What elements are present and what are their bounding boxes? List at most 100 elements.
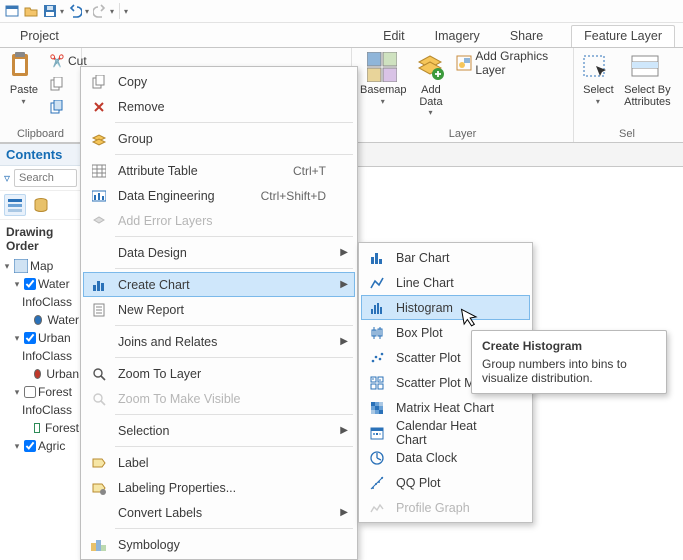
map-node[interactable]: ▾ Map bbox=[2, 257, 79, 275]
layer-visibility-checkbox[interactable] bbox=[24, 386, 36, 398]
submenu-calendar-heat[interactable]: Calendar Heat Chart bbox=[361, 420, 530, 445]
basemap-label: Basemap bbox=[360, 85, 406, 97]
collapse-icon[interactable]: ▾ bbox=[12, 279, 22, 290]
collapse-icon[interactable]: ▾ bbox=[12, 333, 22, 344]
data-source-view-icon[interactable] bbox=[30, 194, 52, 216]
undo-dropdown-icon[interactable]: ▾ bbox=[85, 7, 89, 16]
add-graphics-layer-button[interactable]: Add Graphics Layer bbox=[453, 52, 567, 74]
menu-new-report[interactable]: New Report bbox=[83, 297, 355, 322]
collapse-icon[interactable]: ▾ bbox=[12, 441, 22, 452]
paste-label: Paste bbox=[10, 85, 38, 97]
layer-visibility-checkbox[interactable] bbox=[24, 440, 36, 452]
menu-copy[interactable]: Copy bbox=[83, 69, 355, 94]
calendar-heat-icon bbox=[368, 424, 386, 442]
paste-button[interactable]: Paste ▾ bbox=[6, 50, 42, 106]
add-data-label: Add Data bbox=[414, 85, 447, 108]
menu-data-design[interactable]: Data Design ▶ bbox=[83, 240, 355, 265]
zoom-icon bbox=[90, 365, 108, 383]
customize-qat-icon[interactable]: ▾ bbox=[124, 7, 128, 16]
submenu-arrow-icon: ▶ bbox=[340, 425, 348, 436]
basemap-icon bbox=[367, 52, 399, 84]
collapse-icon[interactable]: ▾ bbox=[12, 387, 22, 398]
contents-title: Contents bbox=[6, 147, 62, 162]
layer-urban[interactable]: ▾ Urban bbox=[2, 329, 79, 347]
group-layer-title: Layer bbox=[358, 127, 567, 142]
submenu-matrix-heat[interactable]: Matrix Heat Chart bbox=[361, 395, 530, 420]
redo-dropdown-icon[interactable]: ▾ bbox=[110, 7, 114, 16]
chart-icon bbox=[90, 276, 108, 294]
menu-separator bbox=[115, 357, 353, 358]
menu-convert-labels[interactable]: Convert Labels ▶ bbox=[83, 500, 355, 525]
layer-water[interactable]: ▾ Water bbox=[2, 275, 79, 293]
collapse-icon[interactable]: ▾ bbox=[2, 261, 12, 272]
tab-project[interactable]: Project bbox=[8, 26, 71, 47]
submenu-arrow-icon: ▶ bbox=[340, 279, 348, 290]
undo-icon[interactable] bbox=[67, 3, 83, 19]
submenu-profile-graph: Profile Graph bbox=[361, 495, 530, 520]
drawing-order-view-icon[interactable] bbox=[4, 194, 26, 216]
menu-data-engineering[interactable]: Data Engineering Ctrl+Shift+D bbox=[83, 183, 355, 208]
report-icon bbox=[90, 301, 108, 319]
submenu-histogram[interactable]: Histogram bbox=[361, 295, 530, 320]
menu-label[interactable]: Label bbox=[83, 450, 355, 475]
menu-labeling-properties[interactable]: Labeling Properties... bbox=[83, 475, 355, 500]
menu-symbology[interactable]: Symbology bbox=[83, 532, 355, 557]
select-by-attributes-button[interactable]: Select By Attributes bbox=[621, 50, 674, 108]
contents-view-toolbar bbox=[0, 191, 81, 220]
label-icon bbox=[90, 454, 108, 472]
select-by-attributes-icon bbox=[631, 52, 663, 84]
submenu-arrow-icon: ▶ bbox=[340, 507, 348, 518]
bar-chart-icon bbox=[368, 249, 386, 267]
symbol-water: Water bbox=[2, 311, 79, 329]
box-plot-icon bbox=[368, 324, 386, 342]
qq-plot-icon bbox=[368, 474, 386, 492]
menu-remove[interactable]: Remove bbox=[83, 94, 355, 119]
redo-icon[interactable] bbox=[92, 3, 108, 19]
select-label: Select bbox=[583, 85, 614, 97]
submenu-data-clock[interactable]: Data Clock bbox=[361, 445, 530, 470]
menu-attribute-table[interactable]: Attribute Table Ctrl+T bbox=[83, 158, 355, 183]
tab-feature-layer[interactable]: Feature Layer bbox=[571, 25, 675, 47]
group-selection-title: Sel bbox=[580, 127, 674, 142]
menu-separator bbox=[115, 236, 353, 237]
submenu-qq-plot[interactable]: QQ Plot bbox=[361, 470, 530, 495]
select-by-attributes-label: Select By Attributes bbox=[623, 85, 672, 108]
layer-agric[interactable]: ▾ Agric bbox=[2, 437, 79, 455]
add-data-button[interactable]: Add Data ▾ bbox=[412, 50, 449, 117]
basemap-dropdown-icon: ▾ bbox=[381, 98, 385, 106]
tab-imagery[interactable]: Imagery bbox=[423, 26, 492, 47]
save-icon[interactable] bbox=[42, 3, 58, 19]
search-input[interactable] bbox=[14, 169, 77, 187]
tab-edit[interactable]: Edit bbox=[371, 26, 417, 47]
basemap-button[interactable]: Basemap ▾ bbox=[358, 50, 408, 106]
line-chart-icon bbox=[368, 274, 386, 292]
contents-pane: Contents ▿ Drawing Order ▾ Map ▾ Water I… bbox=[0, 143, 82, 537]
menu-separator bbox=[115, 414, 353, 415]
menu-joins-relates[interactable]: Joins and Relates ▶ bbox=[83, 329, 355, 354]
submenu-bar-chart[interactable]: Bar Chart bbox=[361, 245, 530, 270]
layer-class: InfoClass bbox=[2, 347, 79, 365]
map-node-label: Map bbox=[30, 259, 53, 273]
new-project-icon[interactable] bbox=[4, 3, 20, 19]
menu-create-chart[interactable]: Create Chart ▶ bbox=[83, 272, 355, 297]
symbol-forest: Forest bbox=[2, 419, 79, 437]
save-dropdown-icon[interactable]: ▾ bbox=[60, 7, 64, 16]
menu-separator bbox=[115, 268, 353, 269]
menu-zoom-to-layer[interactable]: Zoom To Layer bbox=[83, 361, 355, 386]
submenu-line-chart[interactable]: Line Chart bbox=[361, 270, 530, 295]
layer-visibility-checkbox[interactable] bbox=[24, 332, 36, 344]
layer-forest[interactable]: ▾ Forest bbox=[2, 383, 79, 401]
quick-access-toolbar: ▾ ▾ ▾ ▾ bbox=[0, 0, 683, 23]
menu-group[interactable]: Group bbox=[83, 126, 355, 151]
group-clipboard-title: Clipboard bbox=[6, 127, 75, 142]
tooltip: Create Histogram Group numbers into bins… bbox=[471, 330, 667, 394]
tooltip-title: Create Histogram bbox=[482, 339, 656, 353]
data-engineering-icon bbox=[90, 187, 108, 205]
layer-visibility-checkbox[interactable] bbox=[24, 278, 36, 290]
open-project-icon[interactable] bbox=[23, 3, 39, 19]
add-data-icon bbox=[415, 52, 447, 84]
tab-share[interactable]: Share bbox=[498, 26, 555, 47]
menu-selection[interactable]: Selection ▶ bbox=[83, 418, 355, 443]
select-button[interactable]: Select ▾ bbox=[580, 50, 617, 106]
filter-icon[interactable]: ▿ bbox=[4, 171, 10, 185]
